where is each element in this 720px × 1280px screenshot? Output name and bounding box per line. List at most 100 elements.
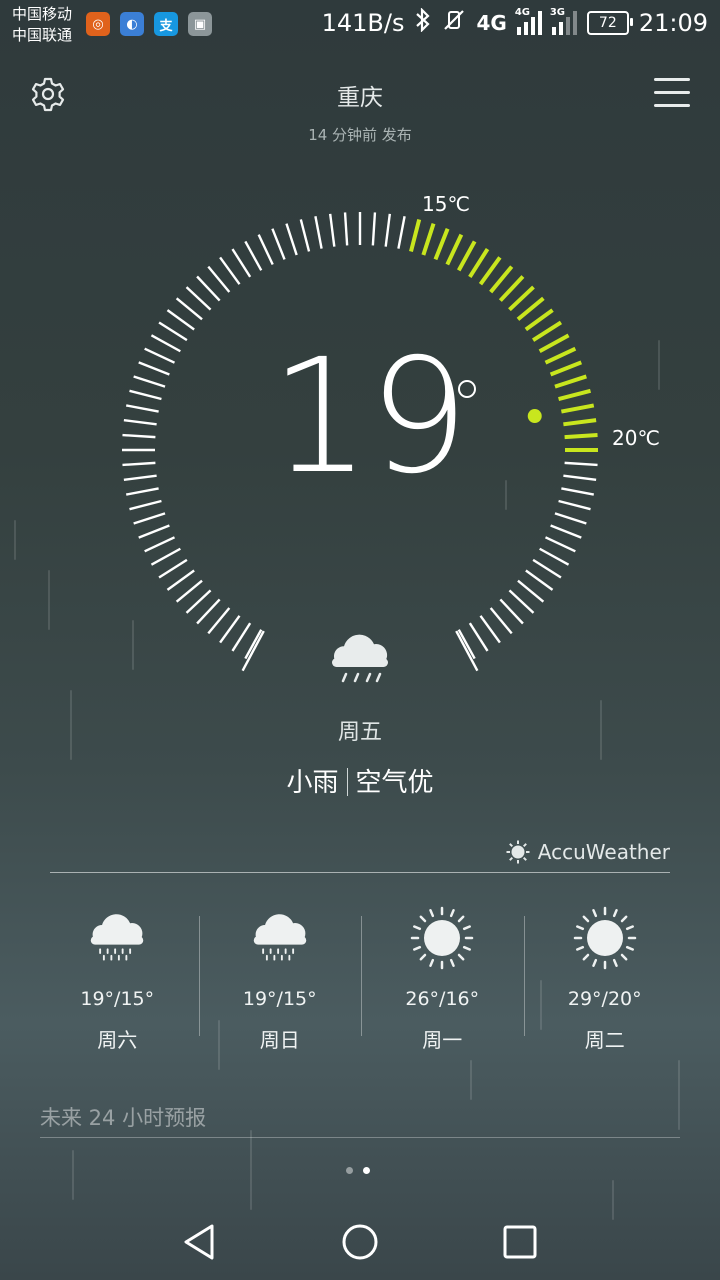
dial-tick xyxy=(166,309,195,331)
sun-icon xyxy=(524,900,687,976)
forecast-day[interactable]: 26°/16° 周一 xyxy=(361,900,524,1060)
rain-icon xyxy=(36,900,199,976)
temp-range: 19°/15° xyxy=(80,988,155,1010)
dial-tick xyxy=(166,569,195,591)
dial-tick xyxy=(123,418,157,426)
dial-tick xyxy=(550,524,582,539)
dial-tick-range xyxy=(468,247,490,278)
dial-end-mark xyxy=(455,630,479,672)
dial-tick xyxy=(133,512,166,525)
accuweather-sun-icon xyxy=(506,840,530,864)
temp-range: 29°/20° xyxy=(567,988,642,1010)
dial-tick xyxy=(123,474,157,482)
home-button[interactable] xyxy=(340,1222,380,1262)
dial-tick xyxy=(133,375,166,388)
dial-tick-range xyxy=(498,275,525,302)
dial-tick-range xyxy=(433,227,450,261)
dial-tick xyxy=(138,361,170,376)
dial-tick xyxy=(196,598,221,625)
dial-low-label: 15℃ xyxy=(422,192,470,216)
dial-tick xyxy=(196,275,221,302)
dial-tick xyxy=(244,240,263,271)
weather-condition: 小雨 xyxy=(286,768,339,798)
home-icon xyxy=(342,1224,378,1260)
divider xyxy=(40,1137,680,1138)
dial-tick xyxy=(231,248,252,278)
dial-tick xyxy=(271,228,286,260)
dial-tick-range xyxy=(563,418,597,427)
dial-tick xyxy=(328,213,336,247)
dial-tick xyxy=(244,629,263,660)
dial-tick-range xyxy=(532,320,563,342)
dial-tick-range xyxy=(558,388,592,401)
navigation-bar xyxy=(0,1200,720,1280)
dial-tick xyxy=(479,615,501,644)
dial-tick-range xyxy=(554,374,587,389)
forecast-weekday: 周日 xyxy=(259,1028,300,1052)
page-dot-active[interactable] xyxy=(363,1167,370,1174)
sun-icon xyxy=(361,900,524,976)
rain-icon xyxy=(199,900,362,976)
forecast-weekday: 周一 xyxy=(422,1028,463,1052)
dial-tick-range xyxy=(516,296,545,321)
dial-tick-range xyxy=(549,360,583,377)
dial-tick-range xyxy=(544,346,577,365)
forecast-day[interactable]: 19°/15° 周日 xyxy=(198,900,362,1060)
page-indicator xyxy=(346,1167,370,1174)
recents-button[interactable] xyxy=(500,1222,540,1262)
dial-tick-range xyxy=(457,240,477,272)
provider-name: AccuWeather xyxy=(537,840,670,864)
dial-tick xyxy=(129,389,162,401)
daily-forecast: 19°/15° 周六 19°/15° 周日 26°/16° 周一 29°/20°… xyxy=(36,900,686,1060)
dial-tick xyxy=(150,334,181,353)
dial-tick xyxy=(384,213,392,247)
dial-tick xyxy=(144,536,176,553)
dial-tick xyxy=(525,569,554,591)
back-button[interactable] xyxy=(180,1222,220,1262)
dial-tick-range xyxy=(564,433,598,440)
dial-tick xyxy=(150,547,181,566)
dial-tick xyxy=(122,433,156,439)
dial-tick xyxy=(207,265,231,293)
dial-tick xyxy=(499,598,524,625)
provider-link[interactable]: AccuWeather xyxy=(506,840,670,864)
divider xyxy=(50,872,670,873)
page-dot[interactable] xyxy=(346,1167,353,1174)
current-temp-marker xyxy=(527,409,542,424)
dial-tick xyxy=(558,499,591,511)
dial-tick xyxy=(544,536,576,553)
dial-tick xyxy=(207,607,231,635)
dial-end-mark xyxy=(241,630,265,672)
forecast-day[interactable]: 29°/20° 周二 xyxy=(523,900,687,1060)
rain-icon xyxy=(328,628,392,692)
forecast-weekday: 周二 xyxy=(584,1028,625,1052)
dial-tick-range xyxy=(478,256,502,286)
today-weekday: 周五 xyxy=(337,720,382,745)
forecast-day[interactable]: 19°/15° 周六 xyxy=(36,900,199,1060)
temp-range: 26°/16° xyxy=(405,988,480,1010)
dial-tick-range xyxy=(524,308,554,332)
dial-tick xyxy=(185,286,212,311)
forecast-weekday: 周六 xyxy=(97,1028,138,1052)
dial-tick xyxy=(125,404,159,413)
hourly-forecast-link[interactable]: 未来 24 小时预报 xyxy=(40,1102,206,1132)
dial-tick-range xyxy=(508,285,535,312)
dial-tick-range xyxy=(421,223,436,256)
divider xyxy=(346,768,348,796)
air-quality: 空气优 xyxy=(355,768,434,798)
dial-tick xyxy=(539,547,570,566)
dial-tick xyxy=(122,461,156,467)
dial-tick xyxy=(175,579,203,603)
dial-tick xyxy=(468,622,489,652)
dial-tick xyxy=(371,212,377,246)
dial-tick xyxy=(175,297,203,321)
dial-tick xyxy=(144,347,176,364)
dial-tick xyxy=(299,219,311,252)
dial-tick xyxy=(554,512,587,525)
dial-tick-range xyxy=(409,218,422,252)
dial-tick xyxy=(129,499,162,511)
dial-tick xyxy=(257,234,274,266)
dial-tick-range xyxy=(489,265,514,294)
dial-tick xyxy=(532,558,562,579)
dial-tick xyxy=(561,487,595,496)
